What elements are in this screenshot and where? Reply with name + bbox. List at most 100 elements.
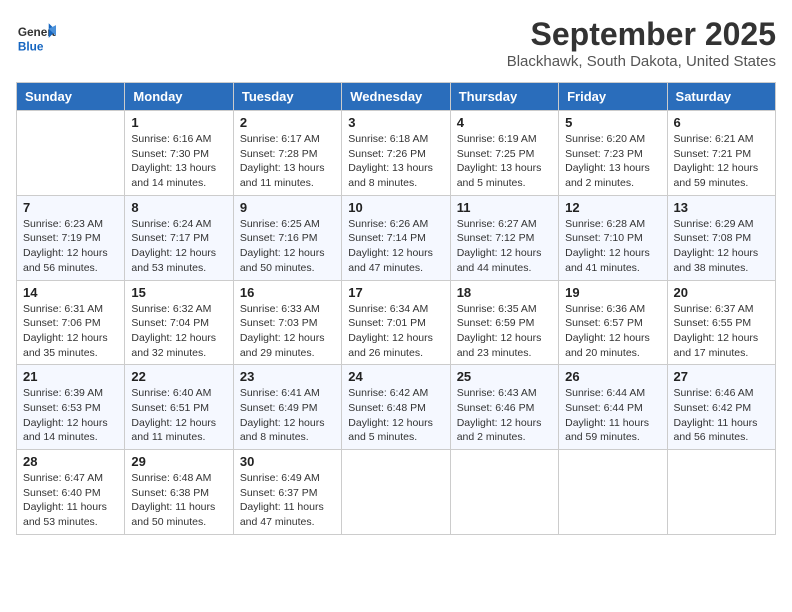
calendar-cell: [559, 450, 667, 535]
calendar-cell: 1 Sunrise: 6:16 AMSunset: 7:30 PMDaylight…: [125, 111, 233, 196]
column-header-tuesday: Tuesday: [233, 83, 341, 111]
column-header-wednesday: Wednesday: [342, 83, 450, 111]
day-number: 23: [240, 369, 335, 384]
day-info: Sunrise: 6:44 AMSunset: 6:44 PMDaylight:…: [565, 386, 660, 445]
calendar-cell: 7Sunrise: 6:23 AMSunset: 7:19 PMDaylight…: [17, 195, 125, 280]
column-header-saturday: Saturday: [667, 83, 775, 111]
day-number: 14: [23, 285, 118, 300]
calendar-cell: [17, 111, 125, 196]
day-info: Sunrise: 6:19 AMSunset: 7:25 PMDaylight:…: [457, 132, 552, 191]
calendar-cell: 6 Sunrise: 6:21 AMSunset: 7:21 PMDaylight…: [667, 111, 775, 196]
day-info: Sunrise: 6:16 AMSunset: 7:30 PMDaylight:…: [131, 132, 226, 191]
calendar-cell: 22Sunrise: 6:40 AMSunset: 6:51 PMDayligh…: [125, 365, 233, 450]
day-number: 27: [674, 369, 769, 384]
column-header-sunday: Sunday: [17, 83, 125, 111]
day-number: 6: [674, 115, 769, 130]
calendar-cell: 5 Sunrise: 6:20 AMSunset: 7:23 PMDaylight…: [559, 111, 667, 196]
day-info: Sunrise: 6:35 AMSunset: 6:59 PMDaylight:…: [457, 302, 552, 361]
day-number: 25: [457, 369, 552, 384]
calendar-cell: 11 Sunrise: 6:27 AMSunset: 7:12 PMDayligh…: [450, 195, 558, 280]
calendar-cell: 30Sunrise: 6:49 AMSunset: 6:37 PMDayligh…: [233, 450, 341, 535]
day-number: 17: [348, 285, 443, 300]
calendar-table: SundayMondayTuesdayWednesdayThursdayFrid…: [16, 82, 776, 535]
calendar-week-5: 28 Sunrise: 6:47 AMSunset: 6:40 PMDayligh…: [17, 450, 776, 535]
page-header: General Blue September 2025 Blackhawk, S…: [16, 16, 776, 70]
day-number: 3: [348, 115, 443, 130]
day-number: 12: [565, 200, 660, 215]
day-info: Sunrise: 6:46 AMSunset: 6:42 PMDaylight:…: [674, 386, 769, 445]
calendar-week-2: 7Sunrise: 6:23 AMSunset: 7:19 PMDaylight…: [17, 195, 776, 280]
calendar-cell: 17Sunrise: 6:34 AMSunset: 7:01 PMDayligh…: [342, 280, 450, 365]
calendar-cell: [342, 450, 450, 535]
day-info: Sunrise: 6:49 AMSunset: 6:37 PMDaylight:…: [240, 471, 335, 530]
title-block: September 2025 Blackhawk, South Dakota, …: [507, 16, 776, 70]
day-number: 19: [565, 285, 660, 300]
day-info: Sunrise: 6:48 AMSunset: 6:38 PMDaylight:…: [131, 471, 226, 530]
calendar-cell: 8 Sunrise: 6:24 AMSunset: 7:17 PMDaylight…: [125, 195, 233, 280]
day-info: Sunrise: 6:27 AMSunset: 7:12 PMDaylight:…: [457, 217, 552, 276]
day-info: Sunrise: 6:33 AMSunset: 7:03 PMDaylight:…: [240, 302, 335, 361]
day-info: Sunrise: 6:36 AMSunset: 6:57 PMDaylight:…: [565, 302, 660, 361]
day-number: 16: [240, 285, 335, 300]
day-info: Sunrise: 6:25 AMSunset: 7:16 PMDaylight:…: [240, 217, 335, 276]
column-header-friday: Friday: [559, 83, 667, 111]
day-info: Sunrise: 6:17 AMSunset: 7:28 PMDaylight:…: [240, 132, 335, 191]
day-number: 15: [131, 285, 226, 300]
day-info: Sunrise: 6:31 AMSunset: 7:06 PMDaylight:…: [23, 302, 118, 361]
calendar-week-3: 14 Sunrise: 6:31 AMSunset: 7:06 PMDayligh…: [17, 280, 776, 365]
day-info: Sunrise: 6:24 AMSunset: 7:17 PMDaylight:…: [131, 217, 226, 276]
calendar-cell: 14 Sunrise: 6:31 AMSunset: 7:06 PMDayligh…: [17, 280, 125, 365]
day-number: 8: [131, 200, 226, 215]
day-info: Sunrise: 6:20 AMSunset: 7:23 PMDaylight:…: [565, 132, 660, 191]
day-number: 28: [23, 454, 118, 469]
day-info: Sunrise: 6:47 AMSunset: 6:40 PMDaylight:…: [23, 471, 118, 530]
day-info: Sunrise: 6:29 AMSunset: 7:08 PMDaylight:…: [674, 217, 769, 276]
day-number: 29: [131, 454, 226, 469]
calendar-cell: 27 Sunrise: 6:46 AMSunset: 6:42 PMDayligh…: [667, 365, 775, 450]
calendar-cell: 16 Sunrise: 6:33 AMSunset: 7:03 PMDayligh…: [233, 280, 341, 365]
day-number: 26: [565, 369, 660, 384]
calendar-cell: 23 Sunrise: 6:41 AMSunset: 6:49 PMDayligh…: [233, 365, 341, 450]
calendar-week-1: 1 Sunrise: 6:16 AMSunset: 7:30 PMDaylight…: [17, 111, 776, 196]
calendar-cell: 29 Sunrise: 6:48 AMSunset: 6:38 PMDayligh…: [125, 450, 233, 535]
day-info: Sunrise: 6:26 AMSunset: 7:14 PMDaylight:…: [348, 217, 443, 276]
calendar-cell: 12 Sunrise: 6:28 AMSunset: 7:10 PMDayligh…: [559, 195, 667, 280]
day-info: Sunrise: 6:32 AMSunset: 7:04 PMDaylight:…: [131, 302, 226, 361]
month-title: September 2025: [507, 16, 776, 53]
day-info: Sunrise: 6:41 AMSunset: 6:49 PMDaylight:…: [240, 386, 335, 445]
calendar-header-row: SundayMondayTuesdayWednesdayThursdayFrid…: [17, 83, 776, 111]
day-number: 7: [23, 200, 118, 215]
calendar-cell: 28 Sunrise: 6:47 AMSunset: 6:40 PMDayligh…: [17, 450, 125, 535]
calendar-cell: 9 Sunrise: 6:25 AMSunset: 7:16 PMDaylight…: [233, 195, 341, 280]
calendar-cell: [450, 450, 558, 535]
column-header-thursday: Thursday: [450, 83, 558, 111]
day-info: Sunrise: 6:37 AMSunset: 6:55 PMDaylight:…: [674, 302, 769, 361]
day-info: Sunrise: 6:40 AMSunset: 6:51 PMDaylight:…: [131, 386, 226, 445]
day-number: 21: [23, 369, 118, 384]
location: Blackhawk, South Dakota, United States: [507, 53, 776, 70]
day-number: 5: [565, 115, 660, 130]
day-info: Sunrise: 6:21 AMSunset: 7:21 PMDaylight:…: [674, 132, 769, 191]
calendar-cell: 24 Sunrise: 6:42 AMSunset: 6:48 PMDayligh…: [342, 365, 450, 450]
calendar-cell: [667, 450, 775, 535]
day-number: 1: [131, 115, 226, 130]
calendar-cell: 4Sunrise: 6:19 AMSunset: 7:25 PMDaylight…: [450, 111, 558, 196]
day-number: 9: [240, 200, 335, 215]
day-number: 11: [457, 200, 552, 215]
calendar-cell: 18Sunrise: 6:35 AMSunset: 6:59 PMDayligh…: [450, 280, 558, 365]
logo-icon: General Blue: [16, 16, 56, 56]
calendar-cell: 26 Sunrise: 6:44 AMSunset: 6:44 PMDayligh…: [559, 365, 667, 450]
day-info: Sunrise: 6:39 AMSunset: 6:53 PMDaylight:…: [23, 386, 118, 445]
calendar-cell: 10 Sunrise: 6:26 AMSunset: 7:14 PMDayligh…: [342, 195, 450, 280]
day-number: 24: [348, 369, 443, 384]
calendar-cell: 13Sunrise: 6:29 AMSunset: 7:08 PMDayligh…: [667, 195, 775, 280]
calendar-cell: 20Sunrise: 6:37 AMSunset: 6:55 PMDayligh…: [667, 280, 775, 365]
day-info: Sunrise: 6:42 AMSunset: 6:48 PMDaylight:…: [348, 386, 443, 445]
calendar-cell: 25Sunrise: 6:43 AMSunset: 6:46 PMDayligh…: [450, 365, 558, 450]
day-number: 2: [240, 115, 335, 130]
calendar-week-4: 21 Sunrise: 6:39 AMSunset: 6:53 PMDayligh…: [17, 365, 776, 450]
day-info: Sunrise: 6:28 AMSunset: 7:10 PMDaylight:…: [565, 217, 660, 276]
column-header-monday: Monday: [125, 83, 233, 111]
day-number: 10: [348, 200, 443, 215]
calendar-cell: 19 Sunrise: 6:36 AMSunset: 6:57 PMDayligh…: [559, 280, 667, 365]
